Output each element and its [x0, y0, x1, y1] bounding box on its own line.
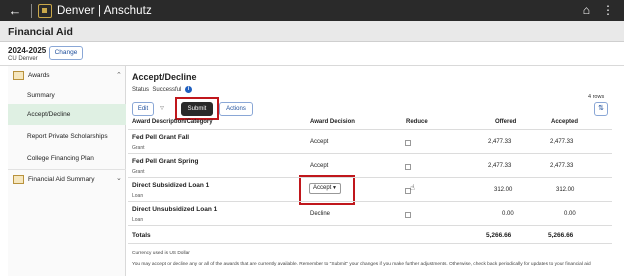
rows-count: 4 rows — [588, 94, 605, 100]
brand-name: Denver | Anschutz — [57, 4, 152, 17]
chevron-down-icon[interactable]: ⌄ — [116, 174, 122, 182]
award-category: Grant — [132, 169, 145, 175]
reduce-checkbox[interactable] — [405, 212, 411, 218]
accepted-amount: 2,477.33 — [550, 163, 574, 169]
award-category: Loan — [132, 217, 144, 223]
award-category: Grant — [132, 145, 145, 151]
offered-amount: 2,477.33 — [488, 139, 512, 145]
sidebar-item-summary[interactable]: Summary — [8, 86, 126, 104]
aid-year: 2024-2025 — [8, 46, 47, 55]
totals-label: Totals — [132, 232, 151, 239]
column-header: Award Decision — [310, 119, 355, 125]
sidebar-item-label: Accept/Decline — [27, 111, 71, 118]
home-icon[interactable]: ⌂ — [583, 3, 590, 17]
award-name: Direct Unsubsidized Loan 1 — [132, 206, 218, 213]
award-name: Fed Pell Grant Fall — [132, 134, 190, 141]
column-header: Accepted — [551, 119, 579, 125]
sidebar-item-financial-aid-summary[interactable]: Financial Aid Summary ⌄ — [8, 169, 126, 189]
divider — [128, 129, 612, 130]
accepted-amount: 2,477.33 — [550, 139, 574, 145]
offered-amount: 312.00 — [494, 187, 513, 193]
instructions-note: You may accept or decline any or all of … — [132, 262, 591, 267]
back-arrow-icon[interactable]: ← — [5, 3, 25, 18]
awards-icon — [13, 71, 24, 80]
offered-amount: 0.00 — [502, 211, 514, 217]
aid-year-bar: 2024-2025 CU Denver Change — [0, 42, 624, 66]
change-button[interactable]: Change — [49, 46, 83, 60]
column-header: Reduce — [406, 119, 428, 125]
divider — [128, 243, 612, 244]
campus-name: CU Denver — [8, 56, 38, 62]
award-name: Fed Pell Grant Spring — [132, 158, 199, 165]
divider — [128, 225, 612, 226]
award-decision: Decline — [310, 211, 331, 217]
sidebar-item-label: Awards — [28, 72, 50, 79]
chevron-down-icon: ▼ — [332, 185, 337, 191]
sidebar-item-label: Summary — [27, 92, 55, 99]
edit-button[interactable]: Edit — [132, 102, 154, 116]
award-decision: Accept — [310, 139, 329, 145]
reduce-checkbox[interactable] — [405, 164, 411, 170]
divider — [128, 201, 612, 202]
column-header: Award Description/Category — [132, 119, 213, 125]
sort-icon[interactable]: ⇅ — [594, 102, 608, 116]
divider — [128, 177, 612, 178]
offered-amount: 2,477.33 — [488, 163, 512, 169]
chevron-up-icon[interactable]: ⌃ — [116, 71, 122, 79]
award-decision: Accept — [310, 163, 329, 169]
sidebar-item-accept-decline[interactable]: Accept/Decline — [8, 104, 126, 125]
university-logo-icon — [38, 3, 52, 18]
accepted-total: 5,266.66 — [548, 232, 574, 239]
divider — [128, 153, 612, 154]
reduce-checkbox[interactable] — [405, 140, 411, 146]
currency-note: Currency used is US Dollar — [132, 251, 190, 256]
sidebar-item-label: Financial Aid Summary — [28, 176, 95, 183]
status-label: Status — [132, 87, 150, 94]
more-icon[interactable]: ⋮ — [602, 3, 614, 17]
top-bar: ← Denver | Anschutz ⌂ ⋮ — [0, 0, 624, 21]
award-decision: Accept — [313, 185, 332, 191]
award-name: Direct Subsidized Loan 1 — [132, 182, 210, 189]
accepted-amount: 312.00 — [556, 187, 575, 193]
actions-button[interactable]: Actions — [219, 102, 253, 116]
filter-icon[interactable]: ▿ — [160, 103, 164, 112]
mouse-cursor-icon: ☝ — [410, 183, 415, 192]
sidebar-nav: Awards ⌃ Summary Accept/Decline Report P… — [8, 66, 126, 276]
divider — [31, 3, 32, 18]
sidebar-item-awards[interactable]: Awards ⌃ — [8, 66, 126, 86]
sidebar-item-label: College Financing Plan — [27, 155, 94, 162]
offered-total: 5,266.66 — [486, 232, 512, 239]
summary-icon — [13, 175, 24, 184]
sidebar-item-label: Report Private Scholarships — [27, 133, 108, 140]
page-title: Financial Aid — [0, 21, 624, 42]
status-line: Status Successful i — [132, 86, 193, 94]
award-decision-select[interactable]: Accept ▼ — [309, 183, 341, 194]
sidebar-item-private-scholarships[interactable]: Report Private Scholarships — [8, 125, 126, 147]
award-category: Loan — [132, 193, 144, 199]
column-header: Offered — [495, 119, 517, 125]
section-title: Accept/Decline — [132, 72, 197, 82]
highlight-box — [175, 97, 219, 120]
status-value: Successful — [152, 87, 182, 94]
info-icon[interactable]: i — [185, 86, 193, 93]
sidebar-item-college-financing-plan[interactable]: College Financing Plan — [8, 147, 126, 169]
accepted-amount: 0.00 — [564, 211, 576, 217]
